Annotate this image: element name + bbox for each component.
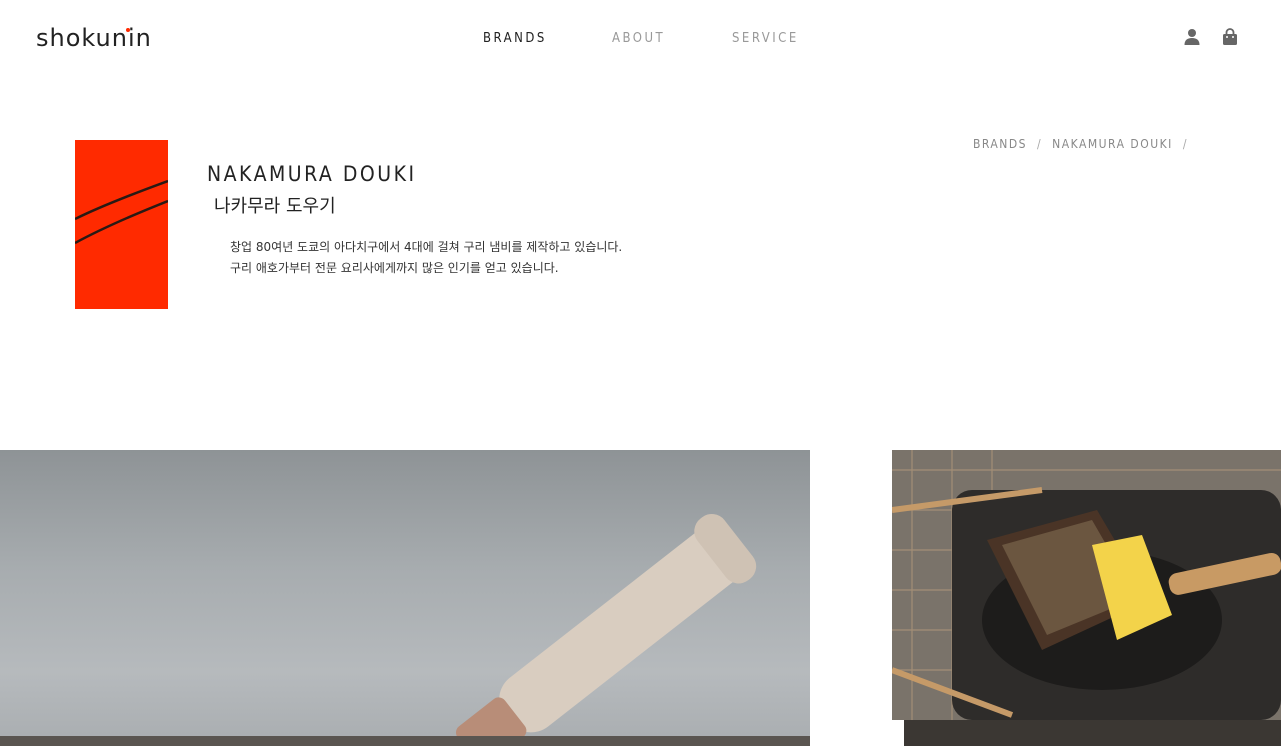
- brand-logo-image: [74, 140, 169, 309]
- photo-strip: [904, 720, 1281, 746]
- copper-tool-photo: [0, 450, 810, 746]
- nav-brands[interactable]: BRANDS: [483, 31, 547, 46]
- site-logo[interactable]: shokunin: [36, 24, 152, 52]
- breadcrumb-separator: /: [1036, 137, 1043, 151]
- brand-description-line: 창업 80여년 도쿄의 아다치구에서 4대에 걸쳐 구리 냄비를 제작하고 있습…: [230, 240, 623, 254]
- breadcrumb-nakamura-douki[interactable]: NAKAMURA DOUKI: [1052, 137, 1173, 151]
- logo-accent-dot: [126, 28, 130, 32]
- brand-description-line: 구리 애호가부터 전문 요리사에게까지 많은 인기를 얻고 있습니다.: [230, 261, 559, 275]
- nav-service[interactable]: SERVICE: [732, 31, 799, 46]
- tamagoyaki-pan-photo: [892, 450, 1281, 720]
- breadcrumb: BRANDS / NAKAMURA DOUKI /: [973, 137, 1198, 151]
- nav-about[interactable]: ABOUT: [612, 31, 665, 46]
- user-icon[interactable]: [1183, 28, 1201, 46]
- breadcrumb-separator: /: [1182, 137, 1188, 151]
- brand-name: NAKAMURA DOUKI: [207, 162, 417, 186]
- shopping-bag-icon[interactable]: [1221, 28, 1239, 46]
- breadcrumb-brands[interactable]: BRANDS: [973, 137, 1027, 151]
- brand-name-korean: 나카무라 도우기: [214, 196, 336, 217]
